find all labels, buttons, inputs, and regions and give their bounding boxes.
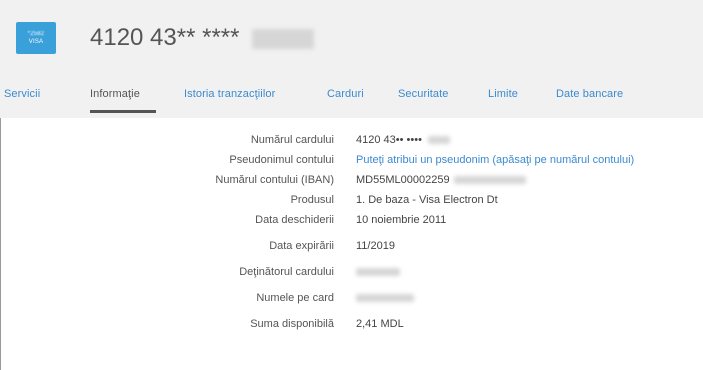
detail-row-cardholder: Deţinătorul cardului [0, 262, 703, 282]
iban-value: MD55ML00002259 [356, 174, 450, 186]
tab-informatie[interactable]: Informaţie [90, 88, 140, 100]
tab-date-bancare[interactable]: Date bancare [556, 88, 623, 100]
tab-limite[interactable]: Limite [488, 88, 518, 100]
visa-card-icon: *2582 VISA [16, 22, 56, 54]
detail-label: Data expirării [269, 240, 334, 252]
detail-row-card-number: Numărul cardului 4120 43•• •••• [0, 130, 703, 150]
card-number-value: 4120 43•• •••• [356, 134, 422, 146]
detail-value: MD55ML00002259 [356, 170, 526, 190]
tab-bar: Servicii Informaţie Istoria tranzacţiilo… [0, 80, 703, 114]
detail-row-name-on-card: Numele pe card [0, 288, 703, 308]
available-balance-value: 2,41 MDL [356, 318, 404, 330]
redacted-digits [252, 28, 315, 49]
card-number-title: 4120 43** **** [90, 24, 240, 51]
active-tab-indicator [90, 110, 156, 113]
detail-row-open-date: Data deschiderii 10 noiembrie 2011 [0, 210, 703, 230]
expiry-date-value: 11/2019 [356, 240, 395, 252]
detail-row-available-balance: Suma disponibilă 2,41 MDL [0, 314, 703, 334]
card-badge-digits: *2582 [27, 31, 45, 37]
detail-row-account-alias: Pseudonimul contului Puteţi atribui un p… [0, 150, 703, 170]
product-value: 1. De baza - Visa Electron Dt [356, 194, 498, 206]
redacted-value [453, 176, 526, 185]
detail-value [356, 288, 414, 308]
detail-label: Numărul cardului [250, 134, 334, 146]
detail-label: Numărul contului (IBAN) [215, 174, 334, 186]
page-title: 4120 43** **** [90, 22, 315, 54]
redacted-value [356, 268, 400, 277]
detail-row-expiry-date: Data expirării 11/2019 [0, 236, 703, 256]
detail-label: Numele pe card [256, 292, 334, 304]
redacted-value [428, 136, 450, 145]
detail-label: Pseudonimul contului [229, 154, 334, 166]
account-alias-link[interactable]: Puteţi atribui un pseudonim (apăsaţi pe … [356, 150, 634, 170]
tab-securitate[interactable]: Securitate [398, 88, 449, 100]
card-header: *2582 VISA 4120 43** **** Servicii Infor… [0, 0, 703, 118]
tab-servicii[interactable]: Servicii [4, 88, 40, 100]
detail-label: Deţinătorul cardului [239, 266, 334, 278]
detail-value [356, 262, 400, 282]
detail-label: Data deschiderii [255, 214, 334, 226]
detail-value: 4120 43•• •••• [356, 130, 450, 150]
tab-carduri[interactable]: Carduri [327, 88, 364, 100]
detail-row-iban: Numărul contului (IBAN) MD55ML00002259 [0, 170, 703, 190]
detail-row-product: Produsul 1. De baza - Visa Electron Dt [0, 190, 703, 210]
card-badge-brand: VISA [28, 39, 44, 45]
open-date-value: 10 noiembrie 2011 [356, 214, 447, 226]
tab-istoria-tranzactiilor[interactable]: Istoria tranzacţiilor [184, 88, 275, 100]
detail-label: Produsul [290, 194, 334, 206]
detail-label: Suma disponibilă [250, 318, 334, 330]
redacted-value [356, 294, 414, 303]
